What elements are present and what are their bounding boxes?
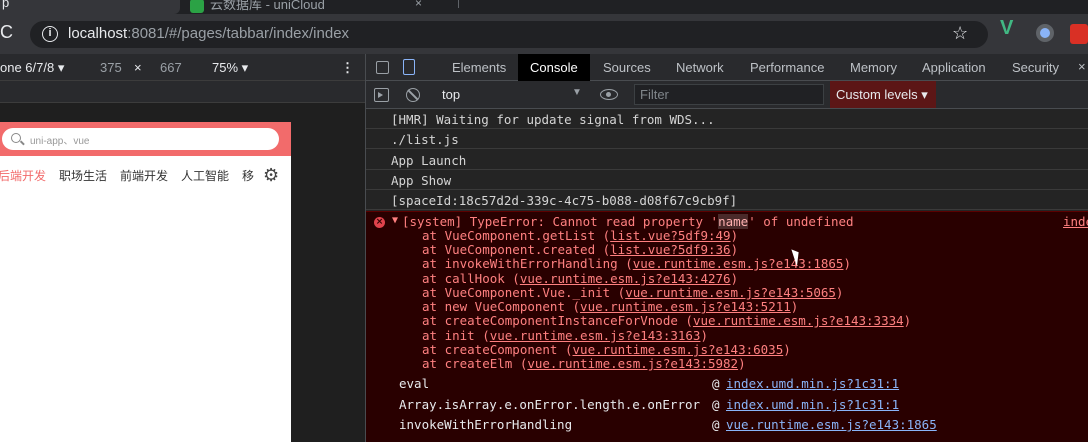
browser-tab-label: p (2, 0, 10, 10)
tab-security[interactable]: Security (1012, 54, 1059, 81)
error-icon: × (374, 217, 385, 228)
page-header: uni-app、vue (0, 122, 291, 156)
stack-trace-line: at createElm (vue.runtime.esm.js?e143:59… (422, 356, 746, 371)
console-log-line: [spaceId:18c57d2d-339c-4c75-b088-d08f67c… (366, 190, 1088, 210)
reload-icon[interactable]: C (0, 22, 20, 44)
source-link[interactable]: list.vue?5df9:49 (610, 228, 730, 243)
tab-sources[interactable]: Sources (603, 54, 651, 81)
browser-tab-active[interactable]: p (0, 0, 180, 14)
tab-category[interactable]: 职场生活 (59, 167, 107, 184)
bookmark-star-icon[interactable]: ☆ (952, 23, 968, 44)
error-source-link[interactable]: inde (1063, 214, 1088, 229)
console-log-line: ./list.js (366, 129, 1088, 149)
browser-tab-unicloud[interactable]: 云数据库 - uniCloud × (190, 0, 440, 14)
stack-trace-line: at callHook (vue.runtime.esm.js?e143:427… (422, 271, 739, 286)
tab-strip: p 云数据库 - uniCloud × (0, 0, 1088, 14)
stack-trace-line: at init (vue.runtime.esm.js?e143:3163) (422, 328, 708, 343)
source-link[interactable]: list.vue?5df9:36 (610, 242, 730, 257)
tab-elements[interactable]: Elements (452, 54, 506, 81)
tab-network[interactable]: Network (676, 54, 724, 81)
devtools-tabbar: Elements Console Sources Network Perform… (366, 54, 1088, 81)
source-link[interactable]: index.umd.min.js?1c31:1 (726, 376, 899, 391)
expand-caret-icon[interactable]: ▼ (392, 215, 398, 226)
source-link[interactable]: vue.runtime.esm.js?e143:3163 (490, 328, 701, 343)
tab-console[interactable]: Console (518, 54, 590, 81)
tab-application[interactable]: Application (922, 54, 986, 81)
log-levels-select[interactable]: Custom levels ▾ (830, 81, 936, 108)
console-log-line: [HMR] Waiting for update signal from WDS… (366, 109, 1088, 129)
search-input[interactable]: uni-app、vue (2, 128, 279, 150)
show-sidebar-icon[interactable] (374, 88, 389, 102)
source-link[interactable]: vue.runtime.esm.js?e143:5065 (625, 285, 836, 300)
toggle-device-icon[interactable] (403, 59, 415, 75)
tab-category[interactable]: 人工智能 (181, 167, 229, 184)
source-link[interactable]: index.umd.min.js?1c31:1 (726, 397, 899, 412)
stack-trace-line: at VueComponent.Vue._init (vue.runtime.e… (422, 285, 844, 300)
stack-trace-line: at new VueComponent (vue.runtime.esm.js?… (422, 299, 799, 314)
call-stack-row: Array.isArray.e.onError.length.e.onError… (399, 397, 900, 412)
stack-trace-line: at createComponent (vue.runtime.esm.js?e… (422, 342, 791, 357)
source-link[interactable]: vue.runtime.esm.js?e143:5982 (527, 356, 738, 371)
address-bar[interactable]: i localhost:8081/#/pages/tabbar/index/in… (30, 21, 988, 48)
stack-trace-line: at VueComponent.getList (list.vue?5df9:4… (422, 228, 739, 243)
chevron-down-icon[interactable]: ▼ (572, 87, 582, 98)
dimension-separator: × (134, 60, 142, 75)
stack-trace-line: at createComponentInstanceForVnode (vue.… (422, 313, 912, 328)
device-width-input[interactable]: 375 (100, 60, 122, 75)
device-select[interactable]: one 6/7/8 ▾ (0, 60, 64, 76)
browser-toolbar: C i localhost:8081/#/pages/tabbar/index/… (0, 14, 1088, 54)
url-text[interactable]: localhost:8081/#/pages/tabbar/index/inde… (68, 25, 349, 42)
source-link[interactable]: vue.runtime.esm.js?e143:1865 (633, 256, 844, 271)
tab-separator (458, 0, 459, 8)
console-output: [HMR] Waiting for update signal from WDS… (366, 109, 1088, 442)
emulated-page: uni-app、vue 后端开发 职场生活 前端开发 人工智能 移 ⚙ (0, 122, 291, 442)
source-link[interactable]: vue.runtime.esm.js?e143:5211 (580, 299, 791, 314)
extension-icon[interactable] (1036, 24, 1054, 42)
more-options-icon[interactable]: ⋮ (341, 60, 354, 76)
live-expression-eye-icon[interactable] (600, 89, 618, 100)
info-icon[interactable]: i (42, 26, 58, 42)
close-tab-icon[interactable]: × (415, 0, 422, 10)
search-icon (11, 133, 21, 143)
search-placeholder: uni-app、vue (30, 136, 90, 147)
inspect-element-icon[interactable] (376, 61, 389, 74)
console-log-line: App Launch (366, 150, 1088, 170)
console-toolbar: top ▼ Filter Custom levels ▾ (366, 81, 1088, 109)
source-link[interactable]: vue.runtime.esm.js?e143:1865 (726, 417, 937, 432)
tab-category[interactable]: 前端开发 (120, 167, 168, 184)
context-select[interactable]: top (442, 87, 460, 102)
zoom-select[interactable]: 75% ▾ (212, 60, 248, 76)
source-link[interactable]: vue.runtime.esm.js?e143:4276 (520, 271, 731, 286)
category-tabs: 后端开发 职场生活 前端开发 人工智能 移 (0, 162, 291, 186)
tab-memory[interactable]: Memory (850, 54, 897, 81)
source-link[interactable]: vue.runtime.esm.js?e143:3334 (693, 313, 904, 328)
gear-icon[interactable]: ⚙ (263, 165, 279, 186)
error-text: [system] TypeError: Cannot read property… (402, 214, 854, 229)
device-ruler (0, 81, 365, 103)
unicloud-favicon (190, 0, 204, 13)
clear-console-icon[interactable] (406, 88, 420, 102)
filter-input[interactable]: Filter (634, 84, 824, 105)
tab-category[interactable]: 后端开发 (0, 167, 46, 184)
call-stack-row: eval @ index.umd.min.js?1c31:1 (399, 376, 900, 391)
device-height-input[interactable]: 667 (160, 60, 182, 75)
call-stack-row: invokeWithErrorHandling @ vue.runtime.es… (399, 417, 937, 432)
browser-tab-label: 云数据库 - uniCloud (210, 0, 325, 12)
device-toolbar: one 6/7/8 ▾ 375 × 667 75% ▾ ⋮ (0, 54, 365, 81)
stack-trace-line: at VueComponent.created (list.vue?5df9:3… (422, 242, 739, 257)
console-error-message: × ▼ [system] TypeError: Cannot read prop… (366, 211, 1088, 442)
stack-trace-line: at invokeWithErrorHandling (vue.runtime.… (422, 256, 851, 271)
vue-devtools-extension-icon[interactable]: V (1000, 17, 1013, 40)
close-devtools-icon[interactable]: × (1078, 59, 1086, 74)
tab-category[interactable]: 移 (242, 167, 254, 184)
console-log-line: App Show (366, 170, 1088, 190)
tab-performance[interactable]: Performance (750, 54, 824, 81)
extension-red-icon[interactable] (1070, 24, 1088, 44)
source-link[interactable]: vue.runtime.esm.js?e143:6035 (573, 342, 784, 357)
